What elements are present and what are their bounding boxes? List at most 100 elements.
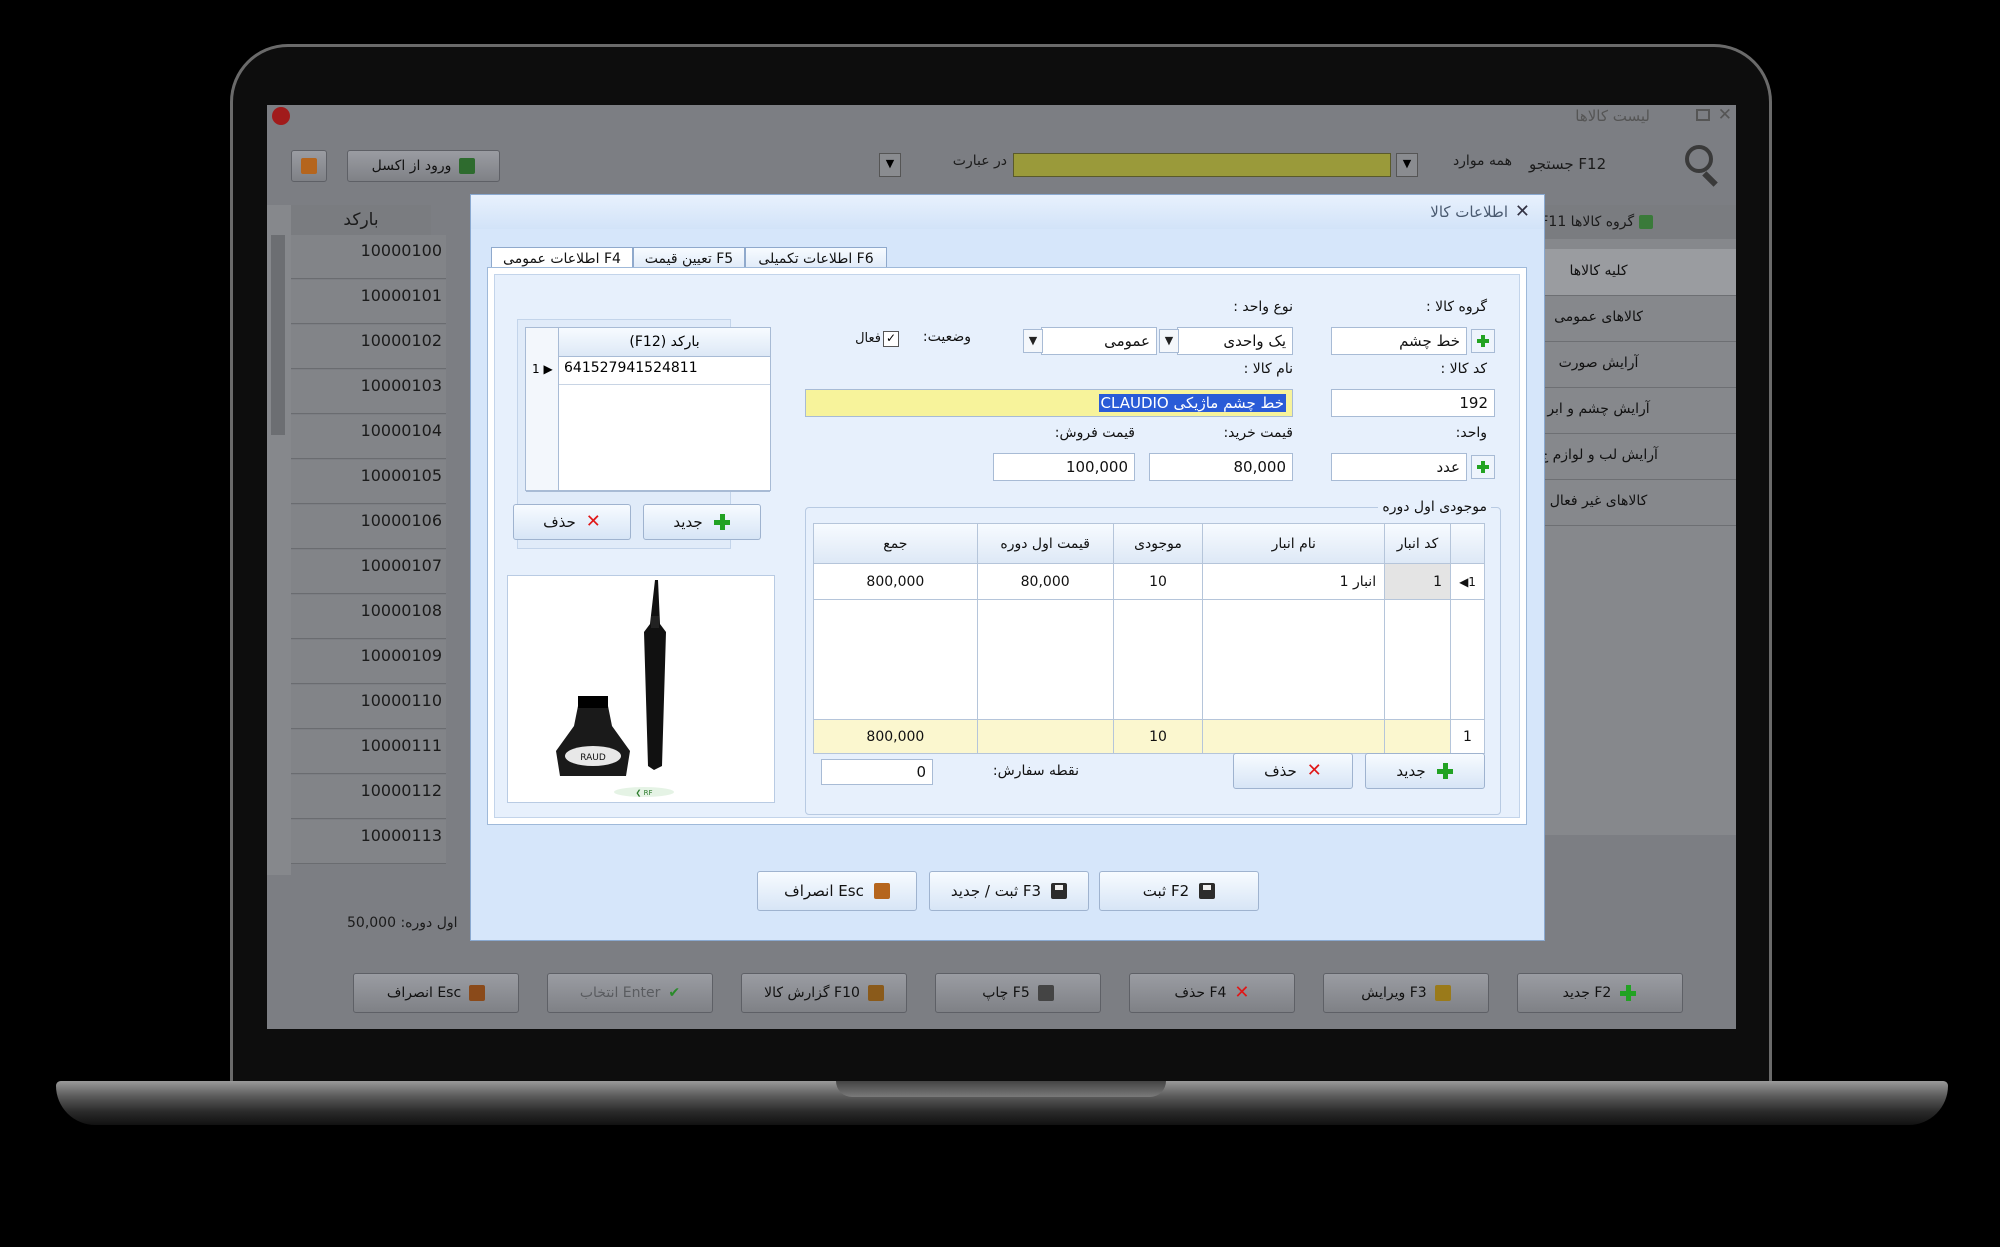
dialog-title-bar: ✕ اطلاعات کالا bbox=[471, 195, 1544, 229]
bg-new-button[interactable]: جدید F2 bbox=[1517, 973, 1683, 1013]
unit-type-field[interactable]: یک واحدی bbox=[1177, 327, 1293, 355]
sale-price-field[interactable]: 100,000 bbox=[993, 453, 1135, 481]
restore-icon[interactable] bbox=[1696, 109, 1710, 121]
bg-edit-button[interactable]: ویرایش F3 bbox=[1323, 973, 1489, 1013]
stock-new-button[interactable]: جدید bbox=[1365, 753, 1485, 789]
code-field[interactable]: 192 bbox=[1331, 389, 1495, 417]
unit-type-field-2[interactable]: عمومی bbox=[1041, 327, 1157, 355]
search-icon[interactable] bbox=[1685, 145, 1713, 173]
name-label: نام کالا : bbox=[1243, 361, 1293, 377]
purchase-price-field[interactable]: 80,000 bbox=[1149, 453, 1293, 481]
tab-extra-info[interactable]: اطلاعات تکمیلی F6 bbox=[745, 247, 887, 269]
general-info-panel: (F12) بارکد 1 ▶ 641527941524811 جدید حذف… bbox=[494, 274, 1520, 818]
pencil-icon bbox=[1434, 985, 1451, 1001]
stock-footer-row: 800,000 10 1 bbox=[813, 719, 1485, 754]
dialog-body: (F12) بارکد 1 ▶ 641527941524811 جدید حذف… bbox=[487, 267, 1527, 825]
bg-delete-button[interactable]: حذف F4 ✕ bbox=[1129, 973, 1295, 1013]
unit-type-label: نوع واحد : bbox=[1233, 299, 1293, 315]
plus-icon bbox=[1619, 984, 1637, 1002]
eyeliner-image-icon: RAUD ❮ RF bbox=[556, 580, 674, 797]
barcode-list-item[interactable]: 10000109 bbox=[291, 640, 446, 684]
paint-icon bbox=[301, 158, 317, 174]
bg-select-button[interactable]: انتخاب Enter ✔ bbox=[547, 973, 713, 1013]
search-scope-dropdown-icon[interactable]: ▼ bbox=[1396, 153, 1418, 177]
stock-header-total[interactable]: جمع bbox=[813, 523, 978, 564]
barcode-column-header[interactable]: بارکد bbox=[291, 205, 431, 235]
group-field[interactable]: خط چشم bbox=[1331, 327, 1467, 355]
printer-icon bbox=[1037, 985, 1054, 1001]
group-icon bbox=[1638, 215, 1653, 229]
tab-pricing[interactable]: تعیین قیمت F5 bbox=[633, 247, 745, 269]
sale-price-label: قیمت فروش: bbox=[1054, 425, 1135, 441]
reorder-label: نقطه سفارش: bbox=[992, 763, 1079, 779]
barcode-new-button[interactable]: جدید bbox=[643, 504, 761, 540]
stock-group-title: موجودی اول دوره bbox=[1378, 499, 1491, 515]
status-label: وضعیت: bbox=[922, 329, 971, 345]
barcode-list-item[interactable]: 10000100 bbox=[291, 235, 446, 279]
status-checkbox[interactable]: ✓ bbox=[883, 331, 899, 347]
stock-total: 800,000 bbox=[813, 563, 978, 600]
dialog-close-icon[interactable]: ✕ bbox=[1515, 201, 1530, 222]
barcode-list-item[interactable]: 10000111 bbox=[291, 730, 446, 774]
bg-print-button[interactable]: چاپ F5 bbox=[935, 973, 1101, 1013]
stock-qty: 10 bbox=[1112, 563, 1204, 600]
search-scope[interactable]: همه موارد bbox=[1417, 153, 1512, 175]
svg-text:❮ RF: ❮ RF bbox=[636, 789, 653, 797]
stock-footer-qty: 10 bbox=[1112, 719, 1204, 754]
barcode-list-item[interactable]: 10000113 bbox=[291, 820, 446, 864]
import-excel-label: ورود از اکسل bbox=[371, 158, 452, 174]
product-dialog: ✕ اطلاعات کالا اطلاعات تکمیلی F6 تعیین ق… bbox=[470, 194, 1545, 941]
app-logo-icon bbox=[272, 107, 290, 125]
save-new-button[interactable]: ثبت / جدید F3 bbox=[929, 871, 1089, 911]
bg-cancel-button[interactable]: انصراف Esc bbox=[353, 973, 519, 1013]
stock-header-code[interactable]: کد انبار bbox=[1384, 523, 1451, 564]
stock-price: 80,000 bbox=[976, 563, 1114, 600]
settings-button[interactable] bbox=[291, 150, 327, 182]
search-label: جستجو F12 bbox=[1529, 155, 1607, 173]
svg-text:RAUD: RAUD bbox=[580, 753, 606, 763]
unit-type-dropdown-icon[interactable]: ▼ bbox=[1159, 329, 1179, 353]
unit-field[interactable]: عدد bbox=[1331, 453, 1467, 481]
stock-empty-area bbox=[813, 599, 1485, 720]
barcode-list-item[interactable]: 10000106 bbox=[291, 505, 446, 549]
unit-type-2-dropdown-icon[interactable]: ▼ bbox=[1023, 329, 1043, 353]
name-field[interactable]: CLAUDIO خط چشم ماژیکی bbox=[805, 389, 1293, 417]
stock-table: جمع قیمت اول دوره موجودی نام انبار کد ان… bbox=[813, 523, 1485, 754]
import-excel-button[interactable]: ورود از اکسل bbox=[347, 150, 500, 182]
stock-row[interactable]: 800,000 80,000 10 انبار 1 1 ◀1 bbox=[813, 563, 1485, 600]
stock-delete-button[interactable]: حذف ✕ bbox=[1233, 753, 1353, 789]
stock-header-name[interactable]: نام انبار bbox=[1202, 523, 1386, 564]
product-image: RAUD ❮ RF bbox=[507, 575, 775, 803]
save-new-icon bbox=[1051, 883, 1068, 899]
cancel-button[interactable]: انصراف Esc bbox=[757, 871, 917, 911]
group-label: گروه کالا : bbox=[1425, 299, 1487, 315]
tab-general-info[interactable]: اطلاعات عمومی F4 bbox=[491, 247, 633, 269]
stock-header-price[interactable]: قیمت اول دوره bbox=[976, 523, 1114, 564]
add-unit-button[interactable] bbox=[1471, 455, 1495, 479]
status-checkbox-label: فعال bbox=[855, 331, 881, 346]
barcode-list-item[interactable]: 10000107 bbox=[291, 550, 446, 594]
barcode-list-item[interactable]: 10000112 bbox=[291, 775, 446, 819]
stock-header-qty[interactable]: موجودی bbox=[1112, 523, 1204, 564]
search-mode[interactable]: در عبارت bbox=[907, 153, 1007, 175]
save-button[interactable]: ثبت F2 bbox=[1099, 871, 1259, 911]
barcode-list-item[interactable]: 10000102 bbox=[291, 325, 446, 369]
barcode-list-item[interactable]: 10000110 bbox=[291, 685, 446, 729]
close-icon[interactable]: ✕ bbox=[1718, 105, 1732, 125]
search-mode-dropdown-icon[interactable]: ▼ bbox=[879, 153, 901, 177]
barcode-delete-button[interactable]: حذف ✕ bbox=[513, 504, 631, 540]
reorder-field[interactable]: 0 bbox=[821, 759, 933, 785]
barcode-list-item[interactable]: 10000108 bbox=[291, 595, 446, 639]
barcode-value[interactable]: 641527941524811 bbox=[564, 360, 698, 376]
bg-report-button[interactable]: گزارش کالا F10 bbox=[741, 973, 907, 1013]
barcode-list-item[interactable]: 10000104 bbox=[291, 415, 446, 459]
bg-window-title: لیست کالاها bbox=[1575, 107, 1650, 125]
barcode-list-item[interactable]: 10000105 bbox=[291, 460, 446, 504]
unit-label: واحد: bbox=[1455, 425, 1487, 441]
barcode-header[interactable]: (F12) بارکد bbox=[559, 328, 770, 357]
stock-code: 1 bbox=[1384, 563, 1451, 600]
add-group-button[interactable] bbox=[1471, 329, 1495, 353]
barcode-list-item[interactable]: 10000101 bbox=[291, 280, 446, 324]
search-input[interactable] bbox=[1013, 153, 1391, 177]
barcode-list-item[interactable]: 10000103 bbox=[291, 370, 446, 414]
